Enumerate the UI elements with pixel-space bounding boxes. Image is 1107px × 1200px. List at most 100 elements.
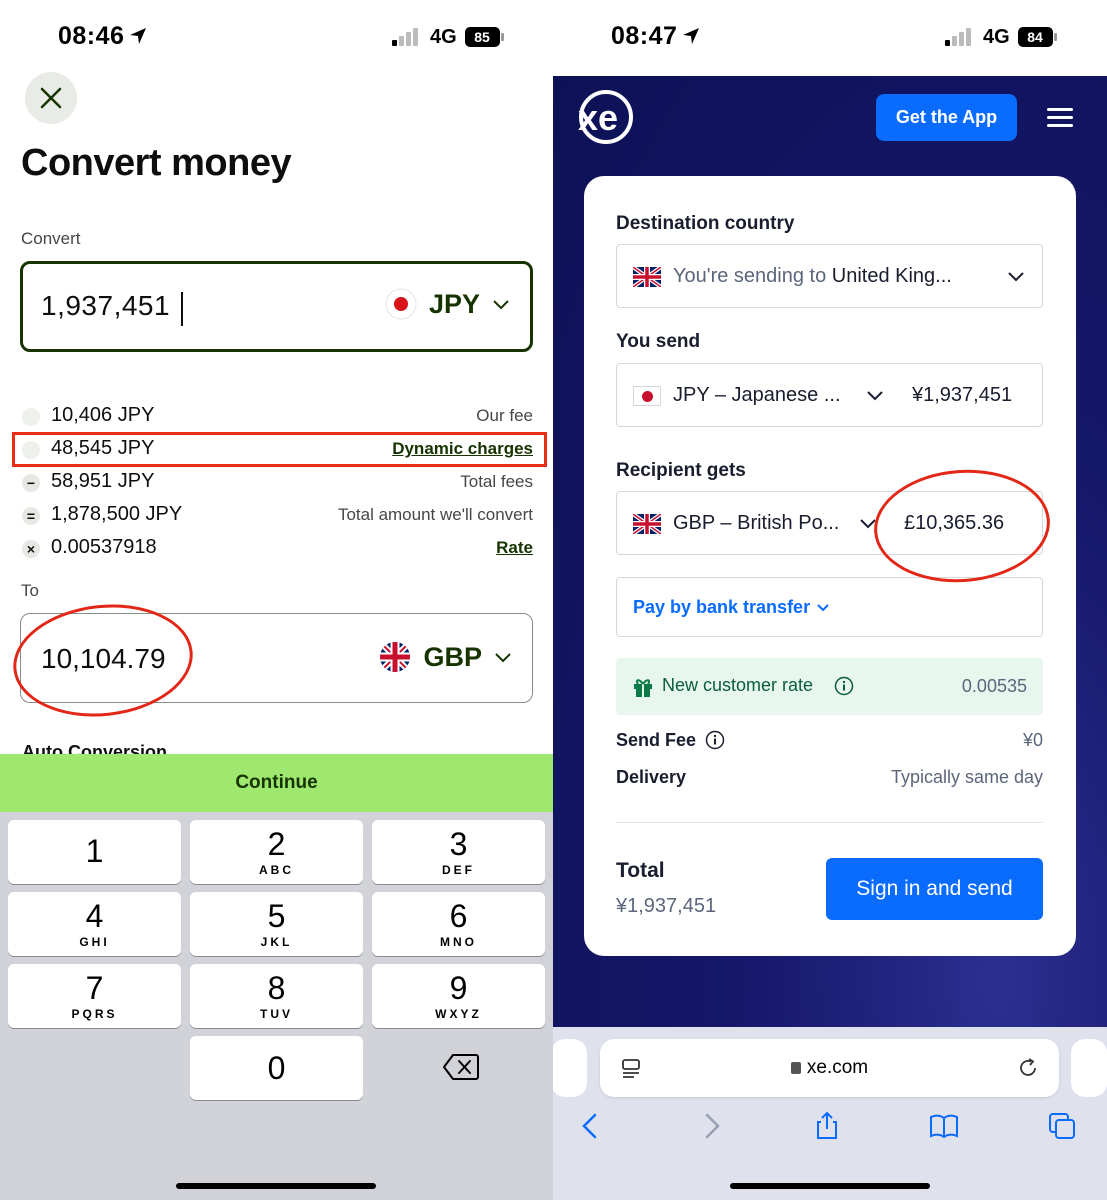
you-send-currency[interactable]: JPY – Japanese ...: [673, 384, 841, 407]
rate-link[interactable]: Rate: [496, 538, 533, 558]
key-7[interactable]: 7 PQRS: [8, 964, 181, 1028]
key-9[interactable]: 9 WXYZ: [372, 964, 545, 1028]
page-title: Convert money: [21, 142, 292, 184]
fee-symbol: [22, 408, 40, 426]
address-bar[interactable]: xe.com: [600, 1039, 1059, 1097]
recipient-currency[interactable]: GBP – British Po...: [673, 512, 839, 535]
destination-country-label: Destination country: [616, 213, 795, 234]
key-5[interactable]: 5 JKL: [190, 892, 363, 956]
pay-method-text: Pay by bank transfer: [633, 597, 811, 617]
equals-icon: =: [22, 507, 40, 525]
fee-value: 58,951 JPY: [51, 470, 155, 492]
key-6[interactable]: 6 MNO: [372, 892, 545, 956]
you-send-amount[interactable]: ¥1,937,451: [912, 384, 1012, 407]
chevron-down-icon: [495, 653, 511, 663]
key-2[interactable]: 2 ABC: [190, 820, 363, 884]
key-letters: PQRS: [71, 1006, 118, 1021]
continue-button[interactable]: Continue: [0, 754, 553, 812]
status-bar: 08:46 4G 85: [0, 0, 553, 76]
key-letters: JKL: [260, 934, 293, 949]
info-icon[interactable]: [705, 730, 725, 750]
send-fee-value: ¥0: [1022, 730, 1043, 750]
target-currency-selector[interactable]: GBP: [379, 641, 512, 673]
key-0[interactable]: 0: [190, 1036, 363, 1100]
delivery-value: Typically same day: [890, 767, 1043, 787]
screenshot-root: 08:46 4G 85 Convert money Convert 1,937,…: [0, 0, 1107, 1200]
destination-country-select[interactable]: You're sending to United King...: [616, 244, 1043, 308]
network-type: 4G: [983, 26, 1010, 48]
battery-icon: 84: [1018, 27, 1057, 47]
bookmarks-icon[interactable]: [929, 1111, 959, 1141]
key-digit: 8: [267, 969, 286, 1006]
xe-send-screen: 08:47 4G 84 xe Get the App Destination c…: [553, 0, 1107, 1200]
target-currency-code: GBP: [423, 641, 482, 672]
delivery-label: Delivery: [616, 767, 687, 787]
payment-method-select[interactable]: Pay by bank transfer: [616, 577, 1043, 637]
japan-flag-icon: [385, 288, 417, 320]
xe-logo[interactable]: xe: [568, 88, 634, 146]
destination-country-text: You're sending to United King...: [673, 265, 952, 288]
key-3[interactable]: 3 DEF: [372, 820, 545, 884]
multiply-icon: ×: [22, 540, 40, 558]
fee-row-total-fees: − 58,951 JPY Total fees: [20, 468, 533, 498]
fee-row-rate: × 0.00537918 Rate: [20, 534, 533, 564]
chevron-down-icon: [867, 391, 883, 401]
key-letters: WXYZ: [435, 1006, 482, 1021]
lock-icon: [790, 1062, 801, 1074]
fee-desc: Our fee: [476, 406, 533, 425]
recipient-gets-label: Recipient gets: [616, 460, 746, 481]
uk-flag-icon: [380, 642, 411, 672]
key-4[interactable]: 4 GHI: [8, 892, 181, 956]
key-digit: 2: [267, 825, 286, 862]
signal-icon: [945, 28, 971, 46]
new-customer-rate-value: 0.00535: [961, 676, 1027, 696]
source-currency-selector[interactable]: JPY: [385, 288, 510, 320]
get-the-app-button[interactable]: Get the App: [876, 94, 1017, 141]
home-indicator[interactable]: [730, 1183, 930, 1189]
backspace-icon[interactable]: [442, 1052, 480, 1082]
key-digit: 6: [449, 897, 468, 934]
you-send-label: You send: [616, 331, 701, 352]
key-8[interactable]: 8 TUV: [190, 964, 363, 1028]
close-icon: [40, 87, 62, 109]
convert-amount-value: 1,937,451: [41, 290, 171, 321]
forward-icon[interactable]: [696, 1111, 726, 1141]
chevron-down-icon: [1008, 272, 1024, 282]
you-send-field[interactable]: JPY – Japanese ... ¥1,937,451: [616, 363, 1043, 427]
pay-method-link[interactable]: Pay by bank transfer: [633, 597, 830, 618]
home-indicator[interactable]: [176, 1183, 376, 1189]
back-icon[interactable]: [576, 1111, 606, 1141]
menu-icon[interactable]: [1047, 108, 1073, 128]
reload-icon[interactable]: [1017, 1057, 1039, 1079]
previous-tab-preview[interactable]: [553, 1039, 587, 1097]
fee-value: 1,878,500 JPY: [51, 503, 183, 525]
next-tab-preview[interactable]: [1071, 1039, 1107, 1097]
network-type: 4G: [430, 26, 457, 48]
key-digit: 3: [449, 825, 468, 862]
key-letters: DEF: [442, 862, 475, 877]
share-icon[interactable]: [812, 1111, 842, 1141]
sign-in-and-send-button[interactable]: Sign in and send: [826, 858, 1043, 920]
to-label: To: [21, 581, 39, 600]
key-digit: 7: [85, 969, 104, 1006]
battery-level: 84: [1027, 29, 1043, 45]
location-arrow-icon: [130, 28, 146, 44]
uk-flag-icon: [633, 514, 661, 534]
chevron-down-icon: [817, 603, 829, 611]
convert-amount-field[interactable]: 1,937,451 JPY: [20, 261, 533, 352]
new-customer-rate-banner: New customer rate 0.00535: [616, 658, 1043, 715]
fee-row-convert-amount: = 1,878,500 JPY Total amount we'll conve…: [20, 501, 533, 531]
key-1[interactable]: 1: [8, 820, 181, 884]
close-button[interactable]: [25, 72, 77, 124]
url-domain: xe.com: [806, 1057, 869, 1078]
key-digit: 0: [267, 1050, 286, 1086]
status-time: 08:47: [611, 22, 678, 50]
tabs-icon[interactable]: [1047, 1111, 1077, 1141]
signal-icon: [392, 28, 418, 46]
info-icon[interactable]: [834, 676, 854, 696]
url-text: xe.com: [600, 1057, 1059, 1079]
destination-country-value: United King...: [831, 265, 952, 287]
text-caret: [181, 292, 183, 326]
divider: [616, 822, 1043, 823]
battery-level: 85: [474, 29, 490, 45]
